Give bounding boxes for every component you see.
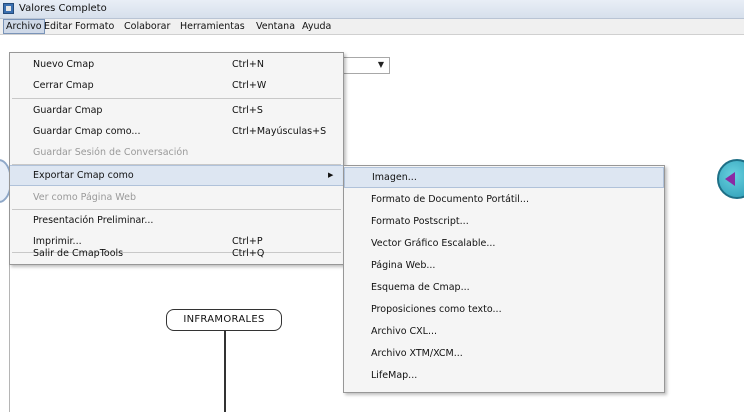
submenu-item-svg[interactable]: Vector Gráfico Escalable... <box>344 233 664 254</box>
submenu-item-pdf[interactable]: Formato de Documento Portátil... <box>344 189 664 210</box>
submenu-item-xtm[interactable]: Archivo XTM/XCM... <box>344 343 664 364</box>
menu-item-guardar-sesion: Guardar Sesión de Conversación <box>33 147 189 158</box>
menu-item-guardar-como[interactable]: Guardar Cmap como... Ctrl+Mayúsculas+S <box>10 121 343 142</box>
connector-line <box>224 331 226 412</box>
menu-item-nuevo-cmap[interactable]: Nuevo Cmap Ctrl+N <box>10 54 343 75</box>
concept-node[interactable]: INFRAMORALES <box>166 309 282 331</box>
submenu-item-cxl[interactable]: Archivo CXL... <box>344 321 664 342</box>
export-submenu: Imagen... Formato de Documento Portátil.… <box>343 165 665 393</box>
menu-item-ver-pagina-web: Ver como Página Web <box>33 192 137 203</box>
menu-editar[interactable]: Editar <box>44 20 72 33</box>
submenu-item-esquema[interactable]: Esquema de Cmap... <box>344 277 664 298</box>
menu-item-salir[interactable]: Salir de CmapTools Ctrl+Q <box>10 243 343 264</box>
file-menu: Nuevo Cmap Ctrl+N Cerrar Cmap Ctrl+W Gua… <box>9 52 344 265</box>
menu-formato[interactable]: Formato <box>75 20 114 33</box>
submenu-item-postscript[interactable]: Formato Postscript... <box>344 211 664 232</box>
submenu-item-pagina-web[interactable]: Página Web... <box>344 255 664 276</box>
menu-separator <box>12 98 341 99</box>
menu-archivo[interactable]: Archivo <box>3 19 45 34</box>
window-title: Valores Completo <box>19 3 107 14</box>
menu-item-presentacion[interactable]: Presentación Preliminar... <box>10 210 343 231</box>
back-arrow-icon[interactable] <box>717 159 744 199</box>
triangle-down-icon: ▼ <box>377 60 384 69</box>
submenu-item-lifemap[interactable]: LifeMap... <box>344 365 664 386</box>
submenu-item-proposiciones[interactable]: Proposiciones como texto... <box>344 299 664 320</box>
submenu-item-imagen[interactable]: Imagen... <box>344 167 664 188</box>
menu-item-cerrar-cmap[interactable]: Cerrar Cmap Ctrl+W <box>10 75 343 96</box>
menu-item-guardar-cmap[interactable]: Guardar Cmap Ctrl+S <box>10 100 343 121</box>
triangle-right-icon: ▶ <box>328 171 334 179</box>
menu-herramientas[interactable]: Herramientas <box>180 20 245 33</box>
cmap-app-icon <box>3 3 14 14</box>
menu-colaborar[interactable]: Colaborar <box>124 20 170 33</box>
menu-item-exportar-cmap[interactable]: Exportar Cmap como ▶ <box>10 165 343 186</box>
menu-ventana[interactable]: Ventana <box>256 20 295 33</box>
menu-bar: Archivo Editar Formato Colaborar Herrami… <box>0 19 744 35</box>
menu-ayuda[interactable]: Ayuda <box>302 20 331 33</box>
title-bar: Valores Completo <box>0 0 744 19</box>
